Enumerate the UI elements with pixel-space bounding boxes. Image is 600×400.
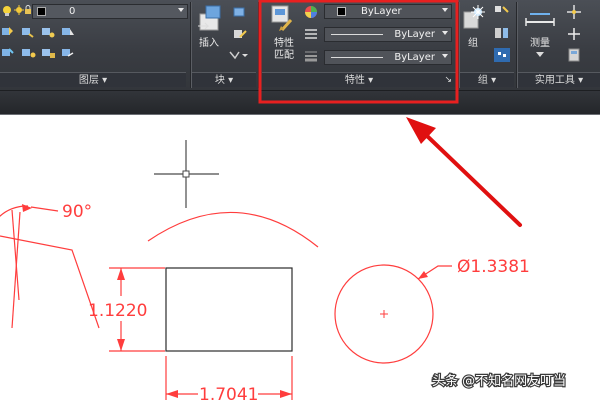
edit-block-icon[interactable] <box>232 27 248 41</box>
lineweight-preview <box>331 57 383 58</box>
ungroup-icon[interactable] <box>494 4 510 18</box>
crosshair-cursor <box>154 140 219 208</box>
vertical-dimension-text: 1.1220 <box>88 301 147 321</box>
linetype-icon <box>305 29 317 39</box>
angle-dimension-text: 90° <box>62 202 92 222</box>
create-block-icon[interactable] <box>232 5 248 19</box>
panel-expand-arrow-icon: ▾ <box>491 75 497 86</box>
layer-dropdown[interactable]: 0 <box>32 4 188 19</box>
properties-panel-title[interactable]: 特性 ▾ ↘ <box>262 72 456 87</box>
layers-panel-title-text: 图层 <box>78 75 99 86</box>
layer-tools-row-1[interactable] <box>2 25 112 39</box>
layer-make-current-icon <box>2 27 13 35</box>
match-properties-label[interactable]: 特性 匹配 <box>268 38 300 62</box>
linetype-dropdown[interactable]: ByLayer <box>324 27 452 42</box>
layer-lock-tool-icon <box>42 49 55 58</box>
measure-icon[interactable] <box>524 6 556 30</box>
layer-off-icon <box>22 49 36 58</box>
chevron-down-icon <box>178 8 184 12</box>
panel-divider <box>458 2 459 88</box>
panel-divider <box>516 2 517 88</box>
properties-panel-title-text: 特性 <box>344 75 365 86</box>
color-swatch <box>337 7 346 16</box>
layer-value: 0 <box>69 6 76 17</box>
color-value: ByLayer <box>361 6 402 17</box>
group-icon[interactable] <box>462 4 486 34</box>
circle-center-mark <box>380 310 388 318</box>
layer-previous-icon <box>42 28 55 38</box>
calculator-icon[interactable] <box>568 48 580 62</box>
panel-divider <box>190 2 191 88</box>
panel-expand-arrow-icon: ▾ <box>368 75 374 86</box>
drawing-canvas[interactable]: 90° 1.1220 1.7041 Ø1.3381 头条 @不知名网友叮当 <box>0 115 600 400</box>
color-wheel-icon <box>305 6 317 18</box>
layer-tools-row-2[interactable] <box>2 46 112 60</box>
panel-expand-arrow-icon: ▾ <box>102 75 108 86</box>
layer-lock-icon[interactable] <box>24 5 32 15</box>
group-select-toggle-icon[interactable] <box>494 48 510 62</box>
ribbon: 0 图层 ▾ 插入 块 ▾ 特性 匹配 ByLayer ByLayer ByLa… <box>0 0 600 90</box>
measure-label[interactable]: 测量 <box>524 38 556 50</box>
dialog-launcher-icon[interactable]: ↘ <box>444 73 452 88</box>
rectangle-object[interactable] <box>165 267 293 352</box>
insert-block-icon[interactable] <box>196 4 224 34</box>
utilities-panel-title[interactable]: 实用工具 ▾ <box>518 72 600 87</box>
horizontal-dimension-text: 1.7041 <box>199 385 258 400</box>
match-label-line-1: 特性 <box>274 38 294 49</box>
diameter-dimension-text: Ø1.3381 <box>457 257 530 277</box>
group-label[interactable]: 组 <box>462 38 484 50</box>
insert-label[interactable]: 插入 <box>194 38 224 50</box>
angular-dimension[interactable] <box>0 204 100 329</box>
layer-freeze-icon <box>2 48 14 56</box>
layer-bulb-icon[interactable] <box>2 5 12 17</box>
panel-divider <box>258 2 259 88</box>
point-style-icon[interactable] <box>566 26 582 42</box>
view-tab-strip <box>0 90 600 115</box>
utilities-panel-title-text: 实用工具 <box>534 75 575 86</box>
group-panel-title-text: 组 <box>477 75 488 86</box>
lineweight-value: ByLayer <box>394 52 435 63</box>
arc-object[interactable] <box>147 211 319 248</box>
layer-sun-icon[interactable] <box>14 5 24 15</box>
color-dropdown[interactable]: ByLayer <box>324 4 452 19</box>
block-panel-title[interactable]: 块 ▾ <box>192 72 256 87</box>
panel-expand-arrow-icon: ▾ <box>228 75 234 86</box>
match-label-line-2: 匹配 <box>274 50 294 61</box>
match-properties-icon[interactable] <box>270 4 296 34</box>
chevron-down-icon <box>442 8 448 12</box>
diameter-leader[interactable] <box>417 265 452 280</box>
lineweight-icon <box>305 51 317 62</box>
layer-isolate-icon <box>62 28 74 35</box>
block-panel-title-text: 块 <box>214 75 225 86</box>
layer-walk-icon <box>62 49 74 57</box>
group-edit-icon[interactable] <box>494 26 510 40</box>
linetype-value: ByLayer <box>394 29 435 40</box>
layers-panel-title[interactable]: 图层 ▾ <box>0 72 186 87</box>
chevron-down-icon <box>442 54 448 58</box>
layer-color-swatch <box>37 7 46 16</box>
watermark-text: 头条 @不知名网友叮当 <box>432 373 566 389</box>
id-point-icon[interactable] <box>566 4 582 20</box>
block-attribute-icon[interactable] <box>228 48 250 62</box>
layer-match-icon <box>22 28 34 38</box>
chevron-down-icon <box>442 31 448 35</box>
measure-dropdown-arrow-icon[interactable] <box>536 52 544 58</box>
panel-expand-arrow-icon: ▾ <box>578 75 584 86</box>
lineweight-dropdown[interactable]: ByLayer <box>324 50 452 65</box>
linetype-preview <box>331 34 383 35</box>
group-panel-title[interactable]: 组 ▾ <box>460 72 514 87</box>
